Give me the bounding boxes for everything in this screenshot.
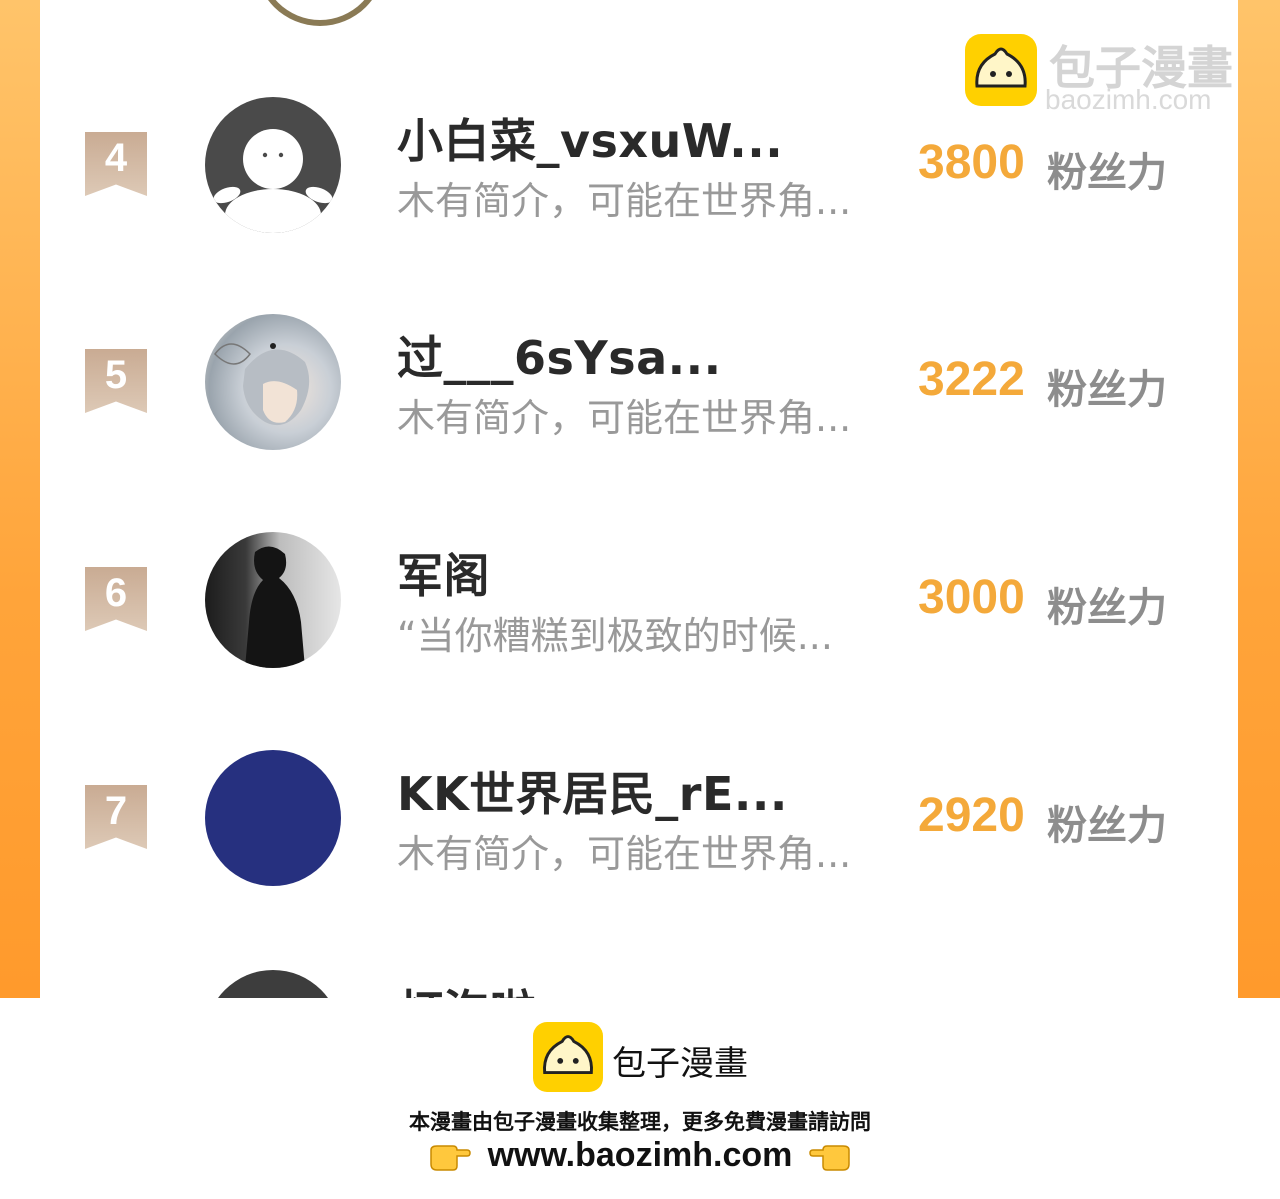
watermark: 包子漫畫 baozimh.com xyxy=(965,34,1238,115)
fan-unit-label: 粉丝力 xyxy=(1047,367,1167,413)
baozi-logo-icon xyxy=(965,34,1037,106)
user-name[interactable]: 军阁 xyxy=(397,540,490,606)
avatar[interactable] xyxy=(205,532,341,668)
avatar[interactable] xyxy=(205,750,341,886)
footer-url-link[interactable]: www.baozimh.com xyxy=(488,1136,793,1175)
fan-count: 3000 xyxy=(918,571,1025,624)
avatar[interactable] xyxy=(205,970,341,998)
footer-title: 包子漫畫 xyxy=(612,1044,748,1084)
pointing-right-hand-icon xyxy=(429,1144,471,1171)
ranking-row[interactable]: 6 军阁 “当你糟糕到极致的时候... 3000 粉丝力 xyxy=(40,532,1238,682)
watermark-url: baozimh.com xyxy=(1045,84,1212,115)
baozi-logo-icon xyxy=(533,1022,603,1092)
rank-badge: 6 xyxy=(85,567,147,631)
person-silhouette-icon xyxy=(245,546,305,668)
footer-url-line: www.baozimh.com xyxy=(0,1136,1280,1175)
pointing-left-hand-icon xyxy=(809,1144,851,1171)
ranking-row[interactable]: 5 过___6sYsa... 木有简介，可能在世界角... 3222 粉丝力 xyxy=(40,314,1238,464)
anime-boy-icon xyxy=(214,343,310,426)
leaderboard-frame: 4 小白菜_vsxuW... 木有简介，可能在世界角... 3800 粉丝力 5 xyxy=(0,0,1280,998)
user-name[interactable]: 灯泡啦 xyxy=(397,976,537,998)
ranking-row[interactable]: 7 KK世界居民_rE... 木有简介，可能在世界角... 2920 粉丝力 xyxy=(40,750,1238,900)
fan-count: 3800 xyxy=(918,136,1025,189)
user-bio: 木有简介，可能在世界角... xyxy=(397,179,852,223)
footer-notice: 本漫畫由包子漫畫收集整理，更多免費漫畫請訪問 xyxy=(409,1110,871,1134)
fan-unit-label: 粉丝力 xyxy=(1047,585,1167,631)
avatar[interactable] xyxy=(205,97,341,233)
rank-badge: 5 xyxy=(85,349,147,413)
footer: 包子漫畫 本漫畫由包子漫畫收集整理，更多免費漫畫請訪問 www.baozimh.… xyxy=(0,998,1280,1199)
fan-count: 3222 xyxy=(918,353,1025,406)
user-name[interactable]: 过___6sYsa... xyxy=(397,322,722,388)
default-user-icon xyxy=(213,129,333,233)
fan-unit-label: 粉丝力 xyxy=(1047,803,1167,849)
fan-unit-label: 粉丝力 xyxy=(1047,150,1167,196)
fan-count: 2920 xyxy=(918,789,1025,842)
user-name[interactable]: KK世界居民_rE... xyxy=(397,758,788,824)
ranking-row-partial[interactable]: 灯泡啦 xyxy=(40,970,1238,998)
user-name[interactable]: 小白菜_vsxuW... xyxy=(397,105,783,171)
previous-avatar-partial xyxy=(255,0,385,26)
leaderboard-panel: 4 小白菜_vsxuW... 木有简介，可能在世界角... 3800 粉丝力 5 xyxy=(40,0,1238,998)
avatar[interactable] xyxy=(205,314,341,450)
user-bio: “当你糟糕到极致的时候... xyxy=(397,614,833,658)
user-bio: 木有简介，可能在世界角... xyxy=(397,396,852,440)
user-bio: 木有简介，可能在世界角... xyxy=(397,832,852,876)
ranking-row[interactable]: 4 小白菜_vsxuW... 木有简介，可能在世界角... 3800 粉丝力 xyxy=(40,97,1238,247)
rank-badge: 7 xyxy=(85,785,147,849)
rank-badge: 4 xyxy=(85,132,147,196)
